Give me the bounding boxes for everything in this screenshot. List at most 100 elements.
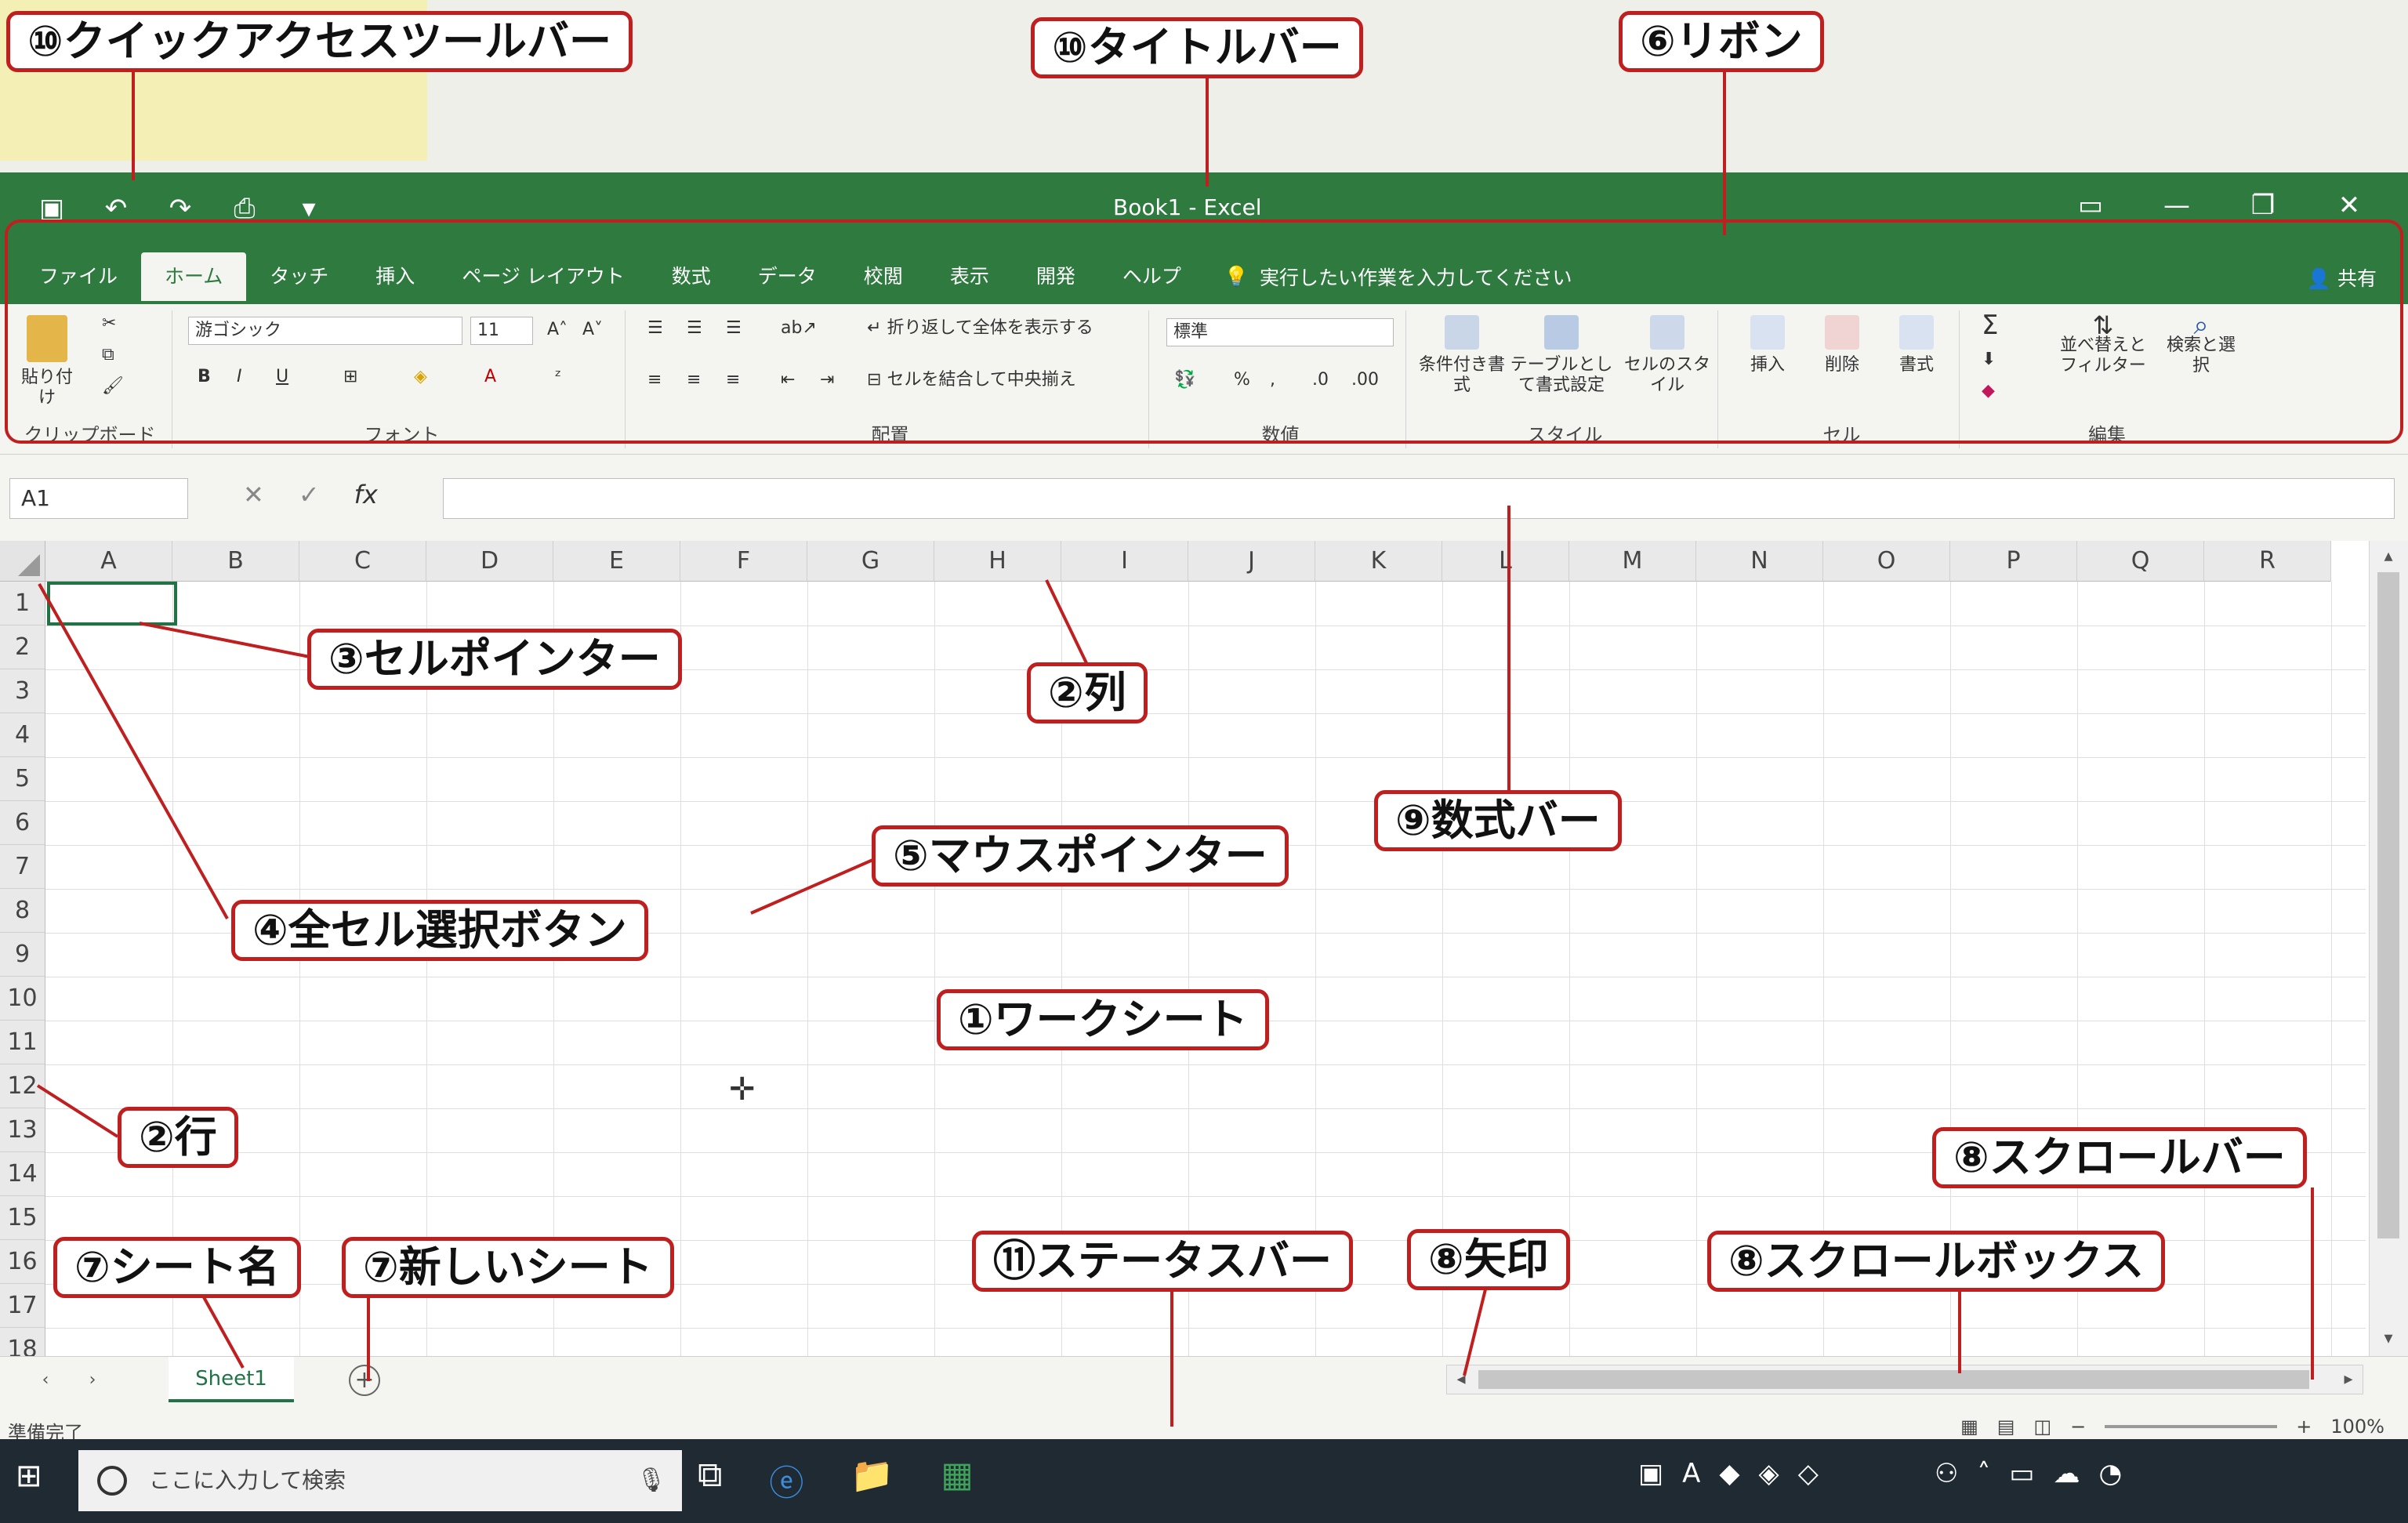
row-header[interactable]: 12: [0, 1064, 45, 1108]
tab-home[interactable]: ホーム: [141, 252, 247, 301]
vertical-scrollbar[interactable]: ▴ ▾: [2369, 541, 2408, 1356]
name-box[interactable]: A1: [9, 478, 188, 519]
number-format-select[interactable]: 標準: [1166, 318, 1394, 346]
edge-icon[interactable]: ⓔ: [769, 1455, 803, 1505]
excel-app-icon[interactable]: ▦: [941, 1455, 974, 1505]
enter-icon[interactable]: ✓: [299, 480, 320, 509]
cancel-icon[interactable]: ✕: [243, 480, 264, 509]
merge-center-button[interactable]: ⊟ セルを結合して中央揃え: [867, 370, 1076, 390]
row-header[interactable]: 17: [0, 1284, 45, 1328]
column-header[interactable]: B: [172, 541, 299, 582]
scroll-left-icon[interactable]: ◂: [1447, 1365, 1475, 1394]
column-header[interactable]: D: [426, 541, 553, 582]
orientation-icon[interactable]: ab↗: [781, 318, 817, 339]
people-icon[interactable]: ⚇: [1935, 1458, 1958, 1489]
tab-developer[interactable]: 開発: [1013, 252, 1099, 301]
page-layout-view-icon[interactable]: ▤: [1997, 1416, 2015, 1438]
column-header[interactable]: G: [807, 541, 934, 582]
paste-button[interactable]: 貼り付け: [16, 315, 78, 408]
row-header[interactable]: 8: [0, 889, 45, 933]
page-break-view-icon[interactable]: ◫: [2033, 1416, 2051, 1438]
scroll-right-icon[interactable]: ▸: [2334, 1365, 2363, 1394]
font-name-select[interactable]: 游ゴシック: [188, 317, 462, 345]
tray-app-icon[interactable]: ◆: [1719, 1458, 1739, 1489]
sort-filter-button[interactable]: ⇅ 並べ替えとフィルター: [2052, 313, 2154, 376]
bold-icon[interactable]: B: [198, 367, 211, 387]
normal-view-icon[interactable]: ▦: [1960, 1416, 1978, 1438]
column-header[interactable]: L: [1442, 541, 1569, 582]
column-header[interactable]: E: [553, 541, 680, 582]
tab-data[interactable]: データ: [734, 252, 840, 301]
task-view-icon[interactable]: ⧉: [698, 1455, 722, 1505]
row-header[interactable]: 16: [0, 1240, 45, 1284]
row-header[interactable]: 4: [0, 713, 45, 757]
tell-me-box[interactable]: 💡 実行したい作業を入力してください: [1224, 263, 1572, 291]
onedrive-icon[interactable]: ☁: [2053, 1458, 2080, 1489]
row-header[interactable]: 9: [0, 933, 45, 977]
font-color-icon[interactable]: A: [484, 367, 496, 387]
tray-app-icon[interactable]: ▣: [1638, 1458, 1663, 1489]
column-header[interactable]: O: [1823, 541, 1950, 582]
column-header[interactable]: J: [1188, 541, 1315, 582]
zoom-out-icon[interactable]: −: [2070, 1416, 2086, 1438]
grow-font-icon[interactable]: A˄: [547, 320, 568, 340]
tab-file[interactable]: ファイル: [16, 252, 141, 301]
column-header[interactable]: C: [299, 541, 426, 582]
restore-icon[interactable]: ❐: [2236, 183, 2290, 227]
italic-icon[interactable]: I: [237, 367, 242, 387]
close-icon[interactable]: ✕: [2322, 183, 2377, 227]
shrink-font-icon[interactable]: A˅: [582, 320, 603, 340]
vertical-scroll-box[interactable]: [2377, 572, 2399, 1238]
print-preview-icon[interactable]: ⎙: [224, 188, 265, 229]
align-top-icon[interactable]: ☰: [647, 318, 663, 339]
row-header[interactable]: 3: [0, 669, 45, 713]
row-header[interactable]: 15: [0, 1196, 45, 1240]
align-left-icon[interactable]: ≡: [647, 370, 662, 390]
increase-indent-icon[interactable]: ⇥: [820, 370, 834, 390]
align-middle-icon[interactable]: ☰: [687, 318, 702, 339]
formula-input[interactable]: [443, 478, 2395, 519]
zoom-slider[interactable]: [2105, 1425, 2278, 1428]
row-header[interactable]: 13: [0, 1108, 45, 1152]
tab-formulas[interactable]: 数式: [648, 252, 734, 301]
tab-insert[interactable]: 挿入: [352, 252, 438, 301]
insert-cells-button[interactable]: 挿入: [1740, 315, 1795, 375]
cell-styles-button[interactable]: セルのスタイル: [1624, 315, 1710, 396]
show-hidden-icon[interactable]: ˄: [1977, 1458, 1990, 1489]
zoom-in-icon[interactable]: +: [2296, 1416, 2312, 1438]
column-header[interactable]: N: [1696, 541, 1823, 582]
comma-icon[interactable]: ,: [1270, 370, 1275, 390]
column-header[interactable]: P: [1950, 541, 2077, 582]
accounting-format-icon[interactable]: 💱: [1174, 370, 1195, 390]
customize-qat-icon[interactable]: ▾: [288, 188, 329, 229]
align-bottom-icon[interactable]: ☰: [726, 318, 742, 339]
format-table-button[interactable]: テーブルとして書式設定: [1507, 315, 1616, 396]
share-button[interactable]: 👤 共有: [2307, 263, 2377, 292]
sheet-tab-sheet1[interactable]: Sheet1: [169, 1357, 294, 1402]
row-header[interactable]: 10: [0, 977, 45, 1021]
format-painter-icon[interactable]: 🖌: [102, 376, 124, 397]
format-cells-button[interactable]: 書式: [1889, 315, 1944, 375]
align-right-icon[interactable]: ≡: [726, 370, 740, 390]
wifi-icon[interactable]: ◔: [2098, 1458, 2122, 1489]
percent-icon[interactable]: %: [1234, 370, 1250, 390]
redo-icon[interactable]: ↷: [160, 188, 201, 229]
column-header[interactable]: R: [2204, 541, 2331, 582]
column-header[interactable]: Q: [2077, 541, 2204, 582]
ime-icon[interactable]: A: [1682, 1458, 1700, 1489]
row-header[interactable]: 7: [0, 845, 45, 889]
autosum-icon[interactable]: Σ: [1982, 312, 1998, 339]
undo-icon[interactable]: ↶: [96, 188, 136, 229]
tray-app-icon[interactable]: ◇: [1798, 1458, 1819, 1489]
clear-icon[interactable]: ◆: [1982, 381, 1995, 401]
row-header[interactable]: 2: [0, 626, 45, 669]
column-header[interactable]: H: [934, 541, 1061, 582]
cut-icon[interactable]: ✂: [102, 314, 116, 334]
horizontal-scrollbar[interactable]: ◂ ▸: [1446, 1365, 2363, 1394]
select-all-button[interactable]: [0, 541, 45, 582]
taskbar-search[interactable]: ここに入力して検索 🎙: [78, 1450, 682, 1511]
battery-icon[interactable]: ▭: [2009, 1458, 2034, 1489]
tray-app-icon[interactable]: ◈: [1759, 1458, 1779, 1489]
column-header[interactable]: K: [1315, 541, 1442, 582]
align-center-icon[interactable]: ≡: [687, 370, 701, 390]
